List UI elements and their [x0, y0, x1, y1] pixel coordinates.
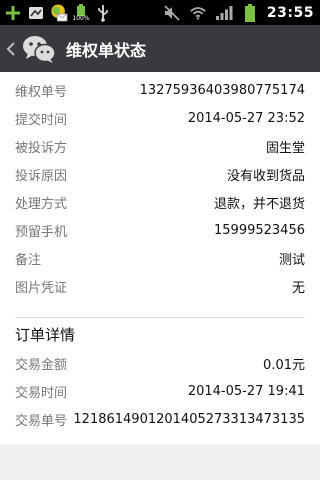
detail-row-handling-method: 处理方式 退款，并不退货 [15, 188, 305, 216]
detail-value: 13275936403980775174 [139, 82, 305, 98]
wechat-logo-icon [23, 35, 56, 63]
battery-icon [241, 3, 259, 22]
back-button[interactable] [0, 25, 22, 72]
battery-small-icon: 100% [72, 3, 90, 22]
detail-value: 测试 [278, 252, 305, 268]
order-label: 交易金额 [15, 357, 68, 373]
order-label: 交易时间 [15, 385, 68, 401]
battery-percent-text: 100% [72, 14, 90, 22]
order-row-time: 交易时间 2014-05-27 19:41 [15, 377, 305, 405]
detail-label: 备注 [15, 252, 42, 268]
signal-icon [215, 4, 233, 22]
usb-icon [94, 4, 112, 22]
detail-row-respondent: 被投诉方 固生堂 [15, 132, 305, 160]
plus-icon [4, 4, 22, 22]
detail-value: 2014-05-27 23:52 [187, 110, 305, 126]
page-title: 维权单状态 [66, 40, 147, 60]
section-divider [15, 317, 305, 318]
order-value: 1218614901201405273313473135 [73, 411, 305, 427]
detail-row-complaint-id: 维权单号 13275936403980775174 [15, 76, 305, 104]
status-bar-right: 23:55 [163, 2, 314, 23]
detail-value: 退款，并不退货 [213, 196, 305, 212]
detail-row-remark: 备注 测试 [15, 244, 305, 272]
wifi-icon [189, 4, 207, 22]
detail-label: 被投诉方 [15, 140, 68, 156]
detail-row-submit-time: 提交时间 2014-05-27 23:52 [15, 104, 305, 132]
detail-label: 提交时间 [15, 112, 68, 128]
detail-value: 无 [291, 280, 305, 296]
order-label: 交易单号 [15, 413, 68, 429]
order-row-amount: 交易金额 0.01元 [15, 349, 305, 377]
detail-row-image-evidence: 图片凭证 无 [15, 272, 305, 300]
detail-row-phone: 预留手机 15999523456 [15, 216, 305, 244]
detail-value: 15999523456 [214, 222, 305, 238]
detail-label: 投诉原因 [15, 168, 68, 184]
mute-icon [163, 4, 181, 22]
chevron-left-icon [6, 41, 15, 56]
status-bar-left: 100% [4, 2, 112, 23]
detail-label: 处理方式 [15, 196, 68, 212]
complaint-detail-card: 维权单号 13275936403980775174 提交时间 2014-05-2… [0, 72, 320, 444]
status-bar: 100% 23:55 [0, 0, 320, 25]
detail-value: 固生堂 [265, 140, 305, 156]
order-row-transaction-id: 交易单号 1218614901201405273313473135 [15, 405, 305, 433]
detail-value: 没有收到货品 [226, 168, 305, 184]
detail-label: 图片凭证 [15, 280, 68, 296]
title-bar: 维权单状态 [0, 25, 320, 72]
detail-label: 预留手机 [15, 224, 68, 240]
order-value: 0.01元 [263, 357, 305, 373]
status-time: 23:55 [266, 4, 314, 21]
order-value: 2014-05-27 19:41 [187, 383, 305, 399]
detail-label: 维权单号 [15, 84, 68, 100]
notification-icon [27, 4, 45, 22]
detail-row-reason: 投诉原因 没有收到货品 [15, 160, 305, 188]
order-section-title: 订单详情 [15, 326, 76, 344]
wechat-mail-icon [50, 3, 68, 22]
